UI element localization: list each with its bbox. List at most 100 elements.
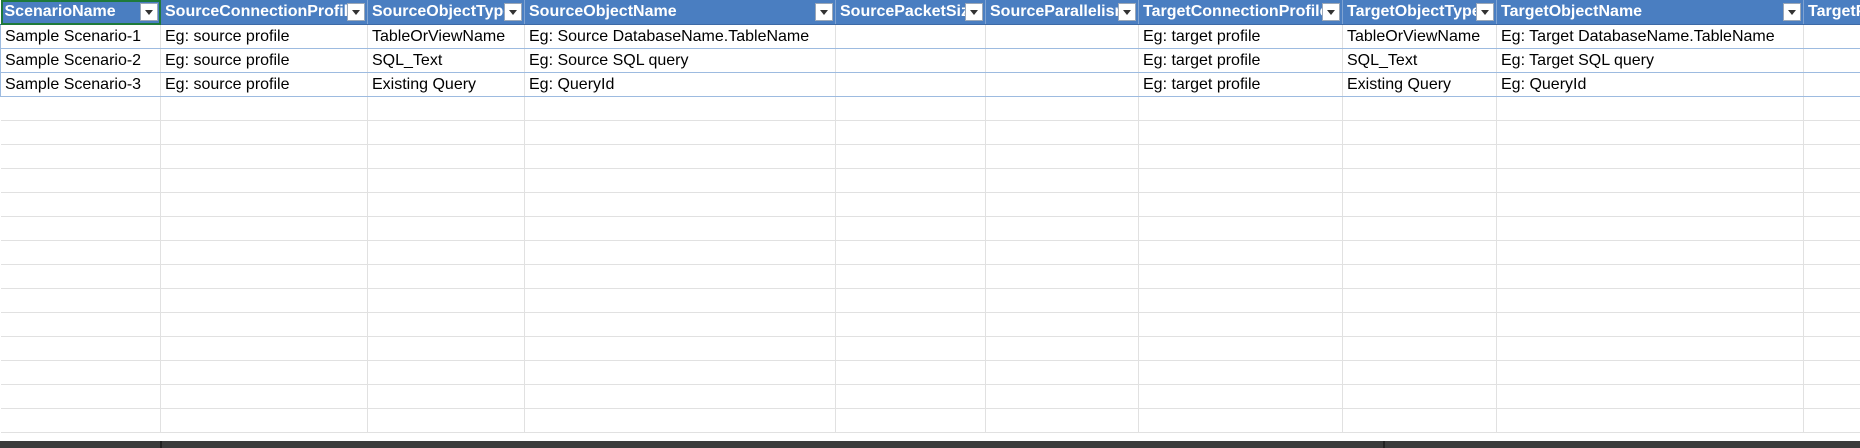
cell[interactable]: TableOrViewName [1342, 24, 1497, 49]
empty-cell[interactable] [160, 168, 368, 193]
empty-cell[interactable] [160, 240, 368, 265]
empty-cell[interactable] [367, 336, 525, 361]
empty-cell[interactable] [1138, 240, 1343, 265]
empty-cell[interactable] [835, 336, 986, 361]
empty-cell[interactable] [1138, 336, 1343, 361]
empty-cell[interactable] [835, 264, 986, 289]
cell[interactable]: SQL_Text [367, 48, 525, 73]
empty-cell[interactable] [1138, 144, 1343, 169]
empty-cell[interactable] [1496, 168, 1804, 193]
filter-dropdown-button[interactable] [815, 3, 833, 21]
column-header-source-packet-size[interactable]: SourcePacketSize [835, 0, 986, 25]
cell[interactable]: Eg: target profile [1138, 48, 1343, 73]
empty-cell[interactable] [1496, 384, 1804, 409]
cell[interactable]: Sample Scenario-2 [0, 48, 161, 73]
empty-cell[interactable] [524, 312, 836, 337]
empty-cell[interactable] [1496, 240, 1804, 265]
empty-cell[interactable] [1496, 408, 1804, 433]
empty-cell[interactable] [160, 264, 368, 289]
empty-cell[interactable] [1803, 408, 1860, 433]
filter-dropdown-button[interactable] [1783, 3, 1801, 21]
empty-cell[interactable] [367, 144, 525, 169]
empty-cell[interactable] [1496, 96, 1804, 121]
empty-cell[interactable] [160, 96, 368, 121]
cell[interactable] [1803, 24, 1860, 49]
empty-cell[interactable] [0, 264, 161, 289]
empty-cell[interactable] [1496, 216, 1804, 241]
empty-cell[interactable] [985, 312, 1139, 337]
empty-cell[interactable] [0, 336, 161, 361]
cell[interactable] [1803, 48, 1860, 73]
cell[interactable] [985, 48, 1139, 73]
empty-cell[interactable] [1496, 120, 1804, 145]
empty-cell[interactable] [1342, 312, 1497, 337]
empty-cell[interactable] [0, 408, 161, 433]
empty-cell[interactable] [1803, 384, 1860, 409]
empty-cell[interactable] [1803, 168, 1860, 193]
empty-cell[interactable] [985, 288, 1139, 313]
empty-cell[interactable] [1803, 120, 1860, 145]
empty-cell[interactable] [367, 192, 525, 217]
empty-cell[interactable] [367, 288, 525, 313]
empty-cell[interactable] [1138, 96, 1343, 121]
empty-cell[interactable] [367, 216, 525, 241]
empty-cell[interactable] [835, 168, 986, 193]
empty-cell[interactable] [0, 384, 161, 409]
empty-cell[interactable] [524, 96, 836, 121]
empty-cell[interactable] [985, 384, 1139, 409]
empty-cell[interactable] [160, 144, 368, 169]
cell[interactable]: TableOrViewName [367, 24, 525, 49]
empty-cell[interactable] [1342, 264, 1497, 289]
cell[interactable]: Eg: source profile [160, 48, 368, 73]
empty-cell[interactable] [524, 216, 836, 241]
empty-cell[interactable] [1342, 336, 1497, 361]
cell[interactable]: Eg: QueryId [524, 72, 836, 97]
empty-cell[interactable] [985, 144, 1139, 169]
empty-cell[interactable] [524, 168, 836, 193]
empty-cell[interactable] [524, 144, 836, 169]
empty-cell[interactable] [160, 360, 368, 385]
empty-cell[interactable] [835, 360, 986, 385]
empty-cell[interactable] [1496, 264, 1804, 289]
column-header-target-object-type[interactable]: TargetObjectType [1342, 0, 1497, 25]
cell[interactable]: Existing Query [1342, 72, 1497, 97]
empty-cell[interactable] [835, 120, 986, 145]
cell[interactable]: Eg: Target DatabaseName.TableName [1496, 24, 1804, 49]
cell[interactable]: Eg: target profile [1138, 24, 1343, 49]
empty-cell[interactable] [0, 216, 161, 241]
empty-cell[interactable] [985, 408, 1139, 433]
cell[interactable]: Eg: Source SQL query [524, 48, 836, 73]
empty-cell[interactable] [160, 384, 368, 409]
empty-cell[interactable] [1803, 336, 1860, 361]
empty-cell[interactable] [367, 168, 525, 193]
empty-cell[interactable] [1803, 312, 1860, 337]
empty-cell[interactable] [1803, 240, 1860, 265]
empty-cell[interactable] [160, 216, 368, 241]
empty-cell[interactable] [367, 312, 525, 337]
empty-cell[interactable] [0, 240, 161, 265]
empty-cell[interactable] [1342, 120, 1497, 145]
empty-cell[interactable] [1803, 360, 1860, 385]
empty-cell[interactable] [160, 336, 368, 361]
cell[interactable] [1803, 72, 1860, 97]
empty-cell[interactable] [985, 336, 1139, 361]
empty-cell[interactable] [1138, 216, 1343, 241]
empty-cell[interactable] [1342, 288, 1497, 313]
empty-cell[interactable] [1138, 264, 1343, 289]
filter-dropdown-button[interactable] [504, 3, 522, 21]
empty-cell[interactable] [524, 288, 836, 313]
empty-cell[interactable] [985, 216, 1139, 241]
cell[interactable] [985, 72, 1139, 97]
empty-cell[interactable] [524, 336, 836, 361]
empty-cell[interactable] [985, 168, 1139, 193]
cell[interactable]: Eg: source profile [160, 72, 368, 97]
empty-cell[interactable] [835, 240, 986, 265]
empty-cell[interactable] [1138, 168, 1343, 193]
empty-cell[interactable] [835, 408, 986, 433]
column-header-target-partial[interactable]: TargetP [1803, 0, 1860, 25]
empty-cell[interactable] [1342, 408, 1497, 433]
filter-dropdown-button[interactable] [1322, 3, 1340, 21]
empty-cell[interactable] [1342, 96, 1497, 121]
cell[interactable]: Sample Scenario-3 [0, 72, 161, 97]
horizontal-scrollbar-track[interactable] [0, 441, 1860, 448]
